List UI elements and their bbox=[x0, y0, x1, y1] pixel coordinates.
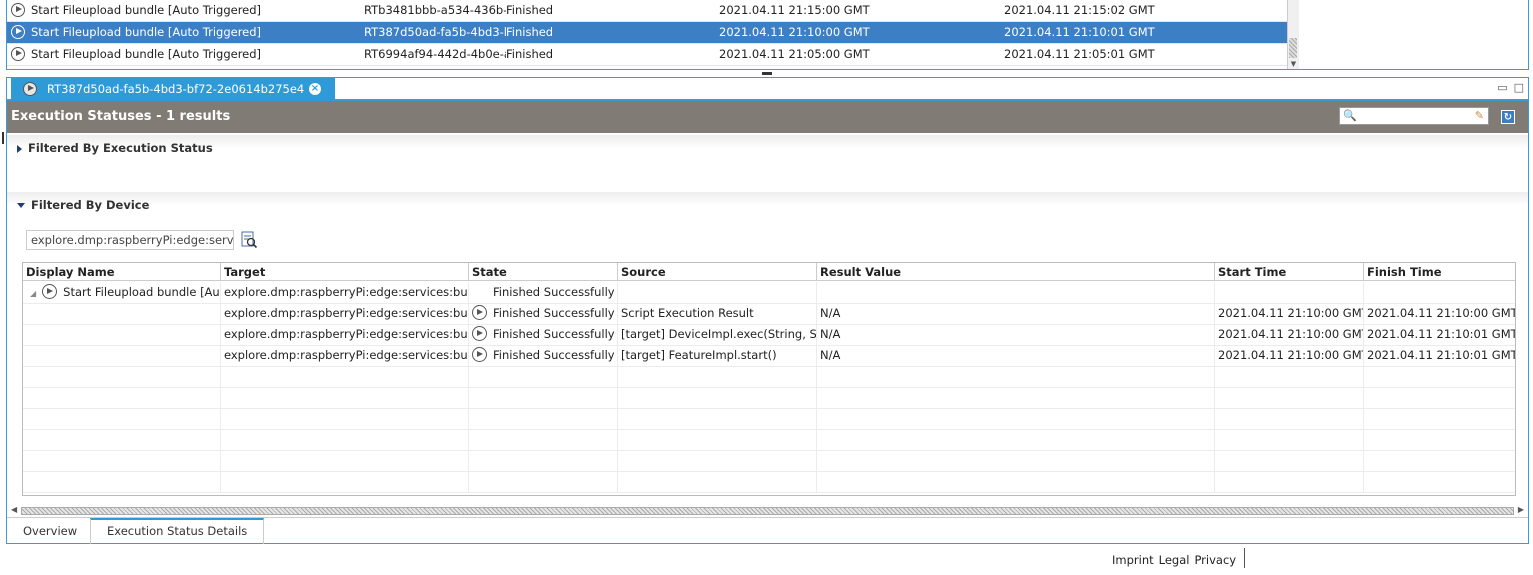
execution-start: 2021.04.11 21:15:00 GMT bbox=[719, 3, 870, 17]
left-edge-marker bbox=[2, 132, 4, 144]
scrollbar-thumb[interactable] bbox=[21, 507, 1514, 515]
column-header[interactable]: Source bbox=[618, 263, 817, 281]
list-item[interactable]: Start Fileupload bundle [Auto Triggered]… bbox=[7, 44, 1296, 66]
table-row[interactable]: explore.dmp:raspberryPi:edge:services:bu… bbox=[23, 303, 1515, 325]
section-device: Filtered By Device bbox=[7, 192, 1528, 252]
section-toggle-status[interactable]: Filtered By Execution Status bbox=[17, 141, 213, 155]
execution-state: Finished bbox=[506, 3, 554, 17]
execution-id: RTb3481bbb-a534-436b- bbox=[364, 3, 506, 17]
execution-detail-panel: RT387d50ad-fa5b-4bd3-bf72-2e0614b275e4 ×… bbox=[6, 77, 1529, 544]
search-field[interactable]: 🔍 ✎ bbox=[1339, 107, 1489, 125]
refresh-button[interactable]: ↻ bbox=[1501, 110, 1515, 124]
tab-label: RT387d50ad-fa5b-4bd3-bf72-2e0614b275e4 bbox=[47, 82, 305, 96]
section-toggle-device[interactable]: Filtered By Device bbox=[17, 198, 149, 212]
empty-row bbox=[23, 408, 1515, 430]
table-row[interactable]: explore.dmp:raspberryPi:edge:services:bu… bbox=[23, 345, 1515, 367]
collapse-triangle-icon bbox=[17, 203, 25, 208]
results-header: Execution Statuses - 1 results 🔍 ✎ ↻ bbox=[7, 101, 1528, 133]
horizontal-scrollbar[interactable]: ◀ ▶ bbox=[11, 505, 1524, 517]
scrollbar-thumb[interactable] bbox=[1289, 38, 1297, 58]
maximize-icon[interactable]: □ bbox=[1514, 81, 1524, 94]
column-header[interactable]: Target bbox=[221, 263, 469, 281]
execution-finish: 2021.04.11 21:15:02 GMT bbox=[1004, 3, 1155, 17]
imprint-link[interactable]: Imprint bbox=[1112, 553, 1154, 567]
execution-name: Start Fileupload bundle [Auto Triggered] bbox=[31, 47, 262, 61]
execution-finish: 2021.04.11 21:10:01 GMT bbox=[1004, 25, 1155, 39]
list-item[interactable]: Start Fileupload bundle [Auto Triggered]… bbox=[7, 0, 1296, 22]
column-header[interactable]: Result Value bbox=[817, 263, 1215, 281]
empty-row bbox=[23, 450, 1515, 472]
execution-state: Finished bbox=[506, 25, 554, 39]
scroll-left-icon[interactable]: ◀ bbox=[11, 505, 17, 514]
list-item-partial[interactable] bbox=[7, 66, 1296, 69]
vertical-scrollbar[interactable]: ▼ bbox=[1287, 0, 1299, 69]
execution-status-table: Display Name Target State Source Result … bbox=[22, 262, 1516, 496]
table-row[interactable]: ◢Start Fileupload bundle [Auto Triggered… bbox=[23, 282, 1515, 304]
eraser-icon[interactable]: ✎ bbox=[1475, 108, 1484, 124]
column-header[interactable]: Start Time bbox=[1215, 263, 1364, 281]
play-icon bbox=[11, 46, 25, 61]
execution-finish: 2021.04.11 21:05:01 GMT bbox=[1004, 47, 1155, 61]
page-title: Execution Statuses - 1 results bbox=[11, 109, 231, 124]
executions-list-panel: Start Fileupload bundle [Auto Triggered]… bbox=[6, 0, 1529, 70]
execution-name: Start Fileupload bundle [Auto Triggered] bbox=[31, 25, 262, 39]
footer-links: Imprint Legal Privacy bbox=[1112, 553, 1241, 567]
scroll-right-icon[interactable]: ▶ bbox=[1518, 505, 1524, 514]
execution-start: 2021.04.11 21:05:00 GMT bbox=[719, 47, 870, 61]
play-icon bbox=[472, 305, 487, 320]
execution-id: RT6994af94-442d-4b0e-a bbox=[364, 47, 506, 61]
close-icon[interactable]: × bbox=[309, 83, 321, 95]
window-controls: ▭ □ bbox=[1491, 81, 1524, 94]
privacy-link[interactable]: Privacy bbox=[1194, 553, 1236, 567]
legal-link[interactable]: Legal bbox=[1159, 553, 1190, 567]
panel-splitter[interactable] bbox=[762, 72, 772, 75]
search-icon: 🔍 bbox=[1343, 109, 1357, 122]
table-row[interactable]: explore.dmp:raspberryPi:edge:services:bu… bbox=[23, 324, 1515, 346]
search-input[interactable] bbox=[1358, 109, 1466, 123]
editor-tabstrip: RT387d50ad-fa5b-4bd3-bf72-2e0614b275e4 ×… bbox=[7, 78, 1528, 101]
column-header[interactable]: State bbox=[469, 263, 618, 281]
execution-name: Start Fileupload bundle [Auto Triggered] bbox=[31, 3, 262, 17]
minimize-icon[interactable]: ▭ bbox=[1497, 81, 1507, 94]
footer-divider bbox=[1244, 548, 1245, 568]
column-header[interactable]: Display Name bbox=[23, 263, 221, 281]
execution-id: RT387d50ad-fa5b-4bd3-l bbox=[364, 25, 506, 39]
play-icon bbox=[472, 326, 487, 341]
tab-overview[interactable]: Overview bbox=[7, 518, 93, 544]
lookup-icon[interactable] bbox=[240, 231, 258, 249]
play-icon bbox=[11, 24, 25, 39]
executions-list: Start Fileupload bundle [Auto Triggered]… bbox=[7, 0, 1296, 69]
list-item-selected[interactable]: Start Fileupload bundle [Auto Triggered]… bbox=[7, 22, 1296, 44]
play-icon bbox=[11, 2, 25, 17]
play-icon bbox=[23, 81, 37, 96]
expand-triangle-icon bbox=[17, 144, 22, 153]
tree-expander-icon[interactable]: ◢ bbox=[30, 289, 36, 298]
execution-state: Finished bbox=[506, 47, 554, 61]
empty-row bbox=[23, 366, 1515, 388]
tab-execution-status-details[interactable]: Execution Status Details bbox=[90, 518, 265, 544]
play-icon bbox=[42, 284, 58, 299]
empty-row bbox=[23, 429, 1515, 451]
empty-row bbox=[23, 387, 1515, 409]
play-icon bbox=[11, 68, 25, 69]
section-execution-status: Filtered By Execution Status bbox=[7, 135, 1528, 190]
bottom-tabs: Overview Execution Status Details bbox=[7, 517, 1528, 544]
column-header[interactable]: Finish Time bbox=[1364, 263, 1515, 281]
empty-row bbox=[23, 471, 1515, 493]
device-filter-input[interactable]: explore.dmp:raspberryPi:edge:servi bbox=[26, 230, 234, 250]
execution-start: 2021.04.11 21:10:00 GMT bbox=[719, 25, 870, 39]
tab-execution[interactable]: RT387d50ad-fa5b-4bd3-bf72-2e0614b275e4 × bbox=[11, 78, 335, 101]
play-icon bbox=[472, 347, 487, 362]
scroll-down-icon[interactable]: ▼ bbox=[1288, 59, 1299, 69]
